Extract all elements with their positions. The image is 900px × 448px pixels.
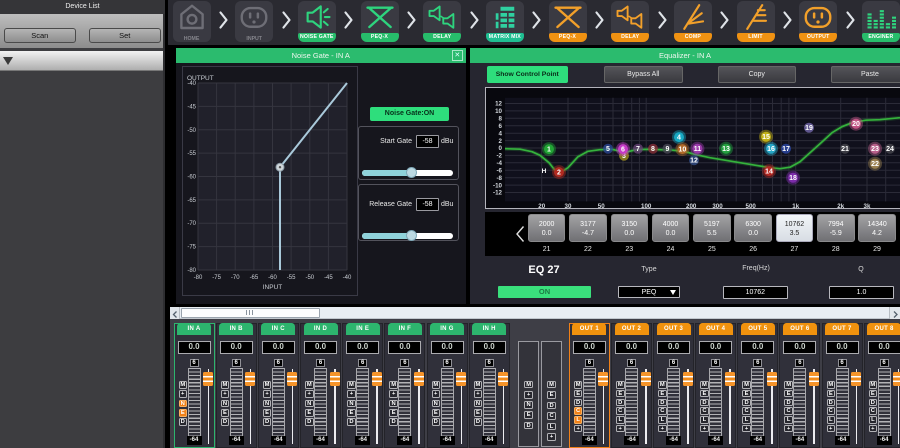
svg-text:21: 21 <box>841 146 849 153</box>
svg-text:-2: -2 <box>496 153 502 160</box>
svg-text:-70: -70 <box>187 221 196 227</box>
svg-text:0: 0 <box>499 145 503 152</box>
svg-text:-12: -12 <box>493 190 503 197</box>
svg-text:4: 4 <box>677 135 681 142</box>
svg-text:5: 5 <box>606 146 610 153</box>
svg-text:-45: -45 <box>187 104 196 110</box>
svg-text:16: 16 <box>767 146 775 153</box>
svg-text:INPUT: INPUT <box>263 284 283 291</box>
svg-text:9: 9 <box>665 146 669 153</box>
svg-text:-6: -6 <box>496 168 502 175</box>
svg-text:-40: -40 <box>187 81 196 87</box>
svg-text:13: 13 <box>722 146 730 153</box>
svg-text:-45: -45 <box>324 275 333 281</box>
svg-text:-65: -65 <box>250 275 259 281</box>
svg-text:-60: -60 <box>187 175 196 181</box>
svg-text:4: 4 <box>499 130 503 137</box>
svg-text:18: 18 <box>789 175 797 182</box>
svg-text:-10: -10 <box>493 182 503 189</box>
svg-text:-55: -55 <box>287 275 296 281</box>
svg-text:-80: -80 <box>187 268 196 274</box>
svg-text:1k: 1k <box>792 203 799 209</box>
svg-text:7: 7 <box>636 146 640 153</box>
svg-text:6: 6 <box>499 123 503 130</box>
svg-text:17: 17 <box>782 146 790 153</box>
svg-text:15: 15 <box>762 134 770 141</box>
svg-text:10: 10 <box>495 108 502 115</box>
svg-text:2: 2 <box>557 170 561 177</box>
svg-text:200: 200 <box>686 203 697 209</box>
svg-text:-50: -50 <box>305 275 314 281</box>
svg-text:-55: -55 <box>187 151 196 157</box>
svg-text:10: 10 <box>679 147 687 154</box>
svg-text:8: 8 <box>499 116 503 123</box>
svg-text:12: 12 <box>690 158 698 165</box>
svg-text:-40: -40 <box>343 275 352 281</box>
svg-text:-80: -80 <box>194 275 203 281</box>
svg-text:24: 24 <box>886 146 894 153</box>
svg-text:-75: -75 <box>212 275 221 281</box>
svg-text:H: H <box>542 168 547 175</box>
svg-text:8: 8 <box>651 146 655 153</box>
svg-text:300: 300 <box>712 203 723 209</box>
svg-text:23: 23 <box>871 146 879 153</box>
svg-text:22: 22 <box>871 161 879 168</box>
svg-text:1: 1 <box>547 147 551 154</box>
svg-text:-50: -50 <box>187 128 196 134</box>
svg-text:20: 20 <box>852 121 860 128</box>
svg-text:12: 12 <box>495 101 502 108</box>
svg-text:-60: -60 <box>268 275 277 281</box>
svg-text:50: 50 <box>598 203 605 209</box>
svg-text:-75: -75 <box>187 245 196 251</box>
svg-text:-8: -8 <box>496 175 502 182</box>
svg-text:11: 11 <box>694 146 702 153</box>
svg-text:20: 20 <box>538 203 545 209</box>
svg-text:-70: -70 <box>231 275 240 281</box>
svg-text:3k: 3k <box>864 203 871 209</box>
svg-text:14: 14 <box>765 169 773 176</box>
svg-text:30: 30 <box>565 203 572 209</box>
svg-text:6: 6 <box>621 147 625 154</box>
svg-text:2: 2 <box>499 138 503 145</box>
svg-text:19: 19 <box>805 125 813 132</box>
svg-text:-65: -65 <box>187 198 196 204</box>
svg-text:2k: 2k <box>837 203 844 209</box>
svg-text:-4: -4 <box>496 160 502 167</box>
svg-text:100: 100 <box>641 203 652 209</box>
svg-text:500: 500 <box>746 203 757 209</box>
